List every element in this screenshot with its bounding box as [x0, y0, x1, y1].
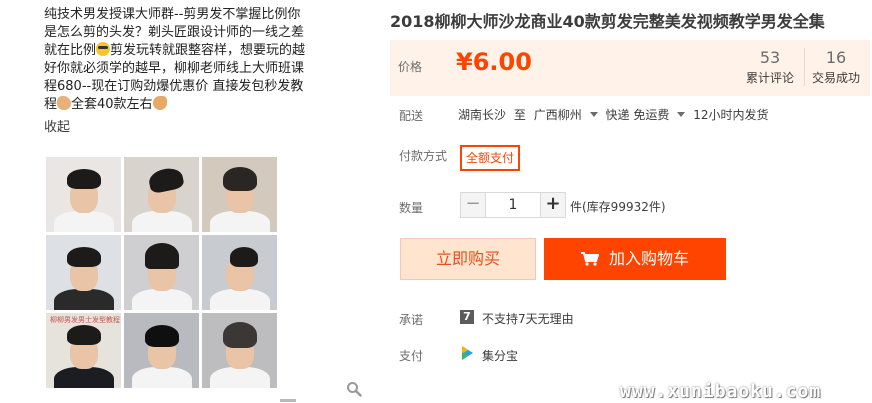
hairstyle-photo — [124, 313, 199, 388]
payment-option-full[interactable]: 全额支付 — [460, 145, 521, 171]
zoom-icon[interactable] — [346, 381, 362, 397]
collapse-link[interactable]: 收起 — [44, 116, 306, 135]
quantity-decrease-button[interactable]: − — [460, 192, 486, 218]
reviews-stat[interactable]: 53 累计评论 — [738, 48, 802, 86]
hairstyle-photo — [46, 157, 121, 232]
ship-to-word: 至 — [513, 108, 526, 122]
add-to-cart-button[interactable]: 加入购物车 — [544, 238, 726, 280]
ship-to-select[interactable]: 广西柳州 — [534, 108, 582, 122]
product-title: 2018柳柳大师沙龙商业40款剪发完整美发视频教学男发全集 — [390, 12, 825, 31]
hairstyle-photo — [124, 235, 199, 310]
emoji-hand-icon — [152, 96, 167, 110]
pay-label: 支付 — [399, 349, 424, 363]
emoji-arm-icon — [57, 96, 72, 110]
ship-from: 湖南长沙 — [458, 108, 507, 122]
reviews-label: 累计评论 — [745, 71, 794, 85]
price-value: ¥6.00 — [456, 48, 532, 76]
hairstyle-photo — [202, 157, 277, 232]
add-to-cart-label: 加入购物车 — [608, 249, 689, 268]
dispatch-time: 12小时内发货 — [693, 108, 769, 122]
reviews-count: 53 — [759, 48, 781, 67]
hairstyle-photo — [202, 235, 277, 310]
shipping-label: 配送 — [399, 109, 424, 123]
cart-icon — [580, 252, 599, 266]
caret-down-icon[interactable] — [677, 112, 686, 117]
stock-info: 件(库存99932件) — [570, 200, 666, 214]
price-label: 价格 — [398, 60, 423, 74]
hairstyle-photo — [46, 235, 121, 310]
buy-now-button[interactable]: 立即购买 — [400, 238, 536, 280]
sold-label: 交易成功 — [811, 71, 860, 85]
ship-method-select[interactable]: 快递 免运费 — [606, 108, 670, 122]
shipping-info: 湖南长沙 至 广西柳州 快递 免运费 12小时内发货 — [458, 106, 772, 123]
scroll-indicator[interactable] — [280, 399, 296, 402]
promise-text: 不支持7天无理由 — [482, 312, 574, 326]
watermark: www.xunibaoku.com — [620, 381, 822, 402]
caret-down-icon[interactable] — [589, 112, 598, 117]
promo-description: 纯技术男发授课大师群--剪男发不掌握比例你是怎么剪的头发？剃头匠跟设计师的一线之… — [44, 6, 306, 114]
quantity-input[interactable]: 1 — [486, 192, 540, 218]
quantity-label: 数量 — [399, 201, 424, 215]
promise-label: 承诺 — [399, 313, 424, 327]
hairstyle-photo — [202, 313, 277, 388]
emoji-glasses-icon — [96, 42, 111, 56]
promo-text-3: 全套40款左右 — [71, 97, 153, 112]
promo-text-block: 纯技术男发授课大师群--剪男发不掌握比例你是怎么剪的头发？剃头匠跟设计师的一线之… — [44, 6, 306, 156]
jifenbao-icon — [462, 346, 473, 360]
seven-day-icon: 7 — [460, 310, 474, 324]
payment-method-label: 付款方式 — [399, 149, 448, 163]
hairstyle-photo — [124, 157, 199, 232]
sold-stat: 16 交易成功 — [804, 48, 867, 86]
jifenbao-text: 集分宝 — [482, 349, 519, 363]
photo-caption: 柳柳男发男士发型教程 — [50, 316, 120, 324]
sold-count: 16 — [825, 48, 847, 67]
hairstyle-photo: 柳柳男发男士发型教程 — [46, 313, 121, 388]
product-gallery: 纯技术男发授课大师群--剪男发不掌握比例你是怎么剪的头发？剃头匠跟设计师的一线之… — [0, 0, 380, 403]
price-panel: 价格 ¥6.00 53 累计评论 16 交易成功 — [390, 40, 870, 96]
quantity-increase-button[interactable]: + — [540, 192, 566, 218]
quantity-stepper[interactable]: − 1 + — [460, 192, 566, 218]
hairstyle-photo-grid[interactable]: 柳柳男发男士发型教程 — [46, 157, 286, 403]
